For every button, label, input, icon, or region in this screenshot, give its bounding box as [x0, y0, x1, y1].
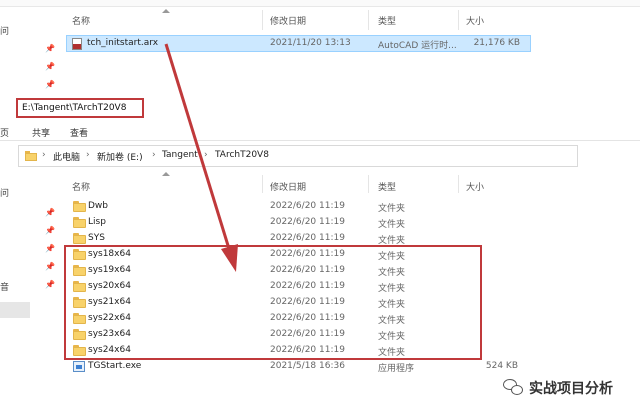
watermark-text: 实战项目分析 — [529, 381, 613, 397]
arrow-shaft — [164, 43, 232, 253]
red-arrow — [164, 43, 238, 272]
arrow-head — [221, 244, 238, 272]
wechat-icon — [503, 379, 525, 397]
